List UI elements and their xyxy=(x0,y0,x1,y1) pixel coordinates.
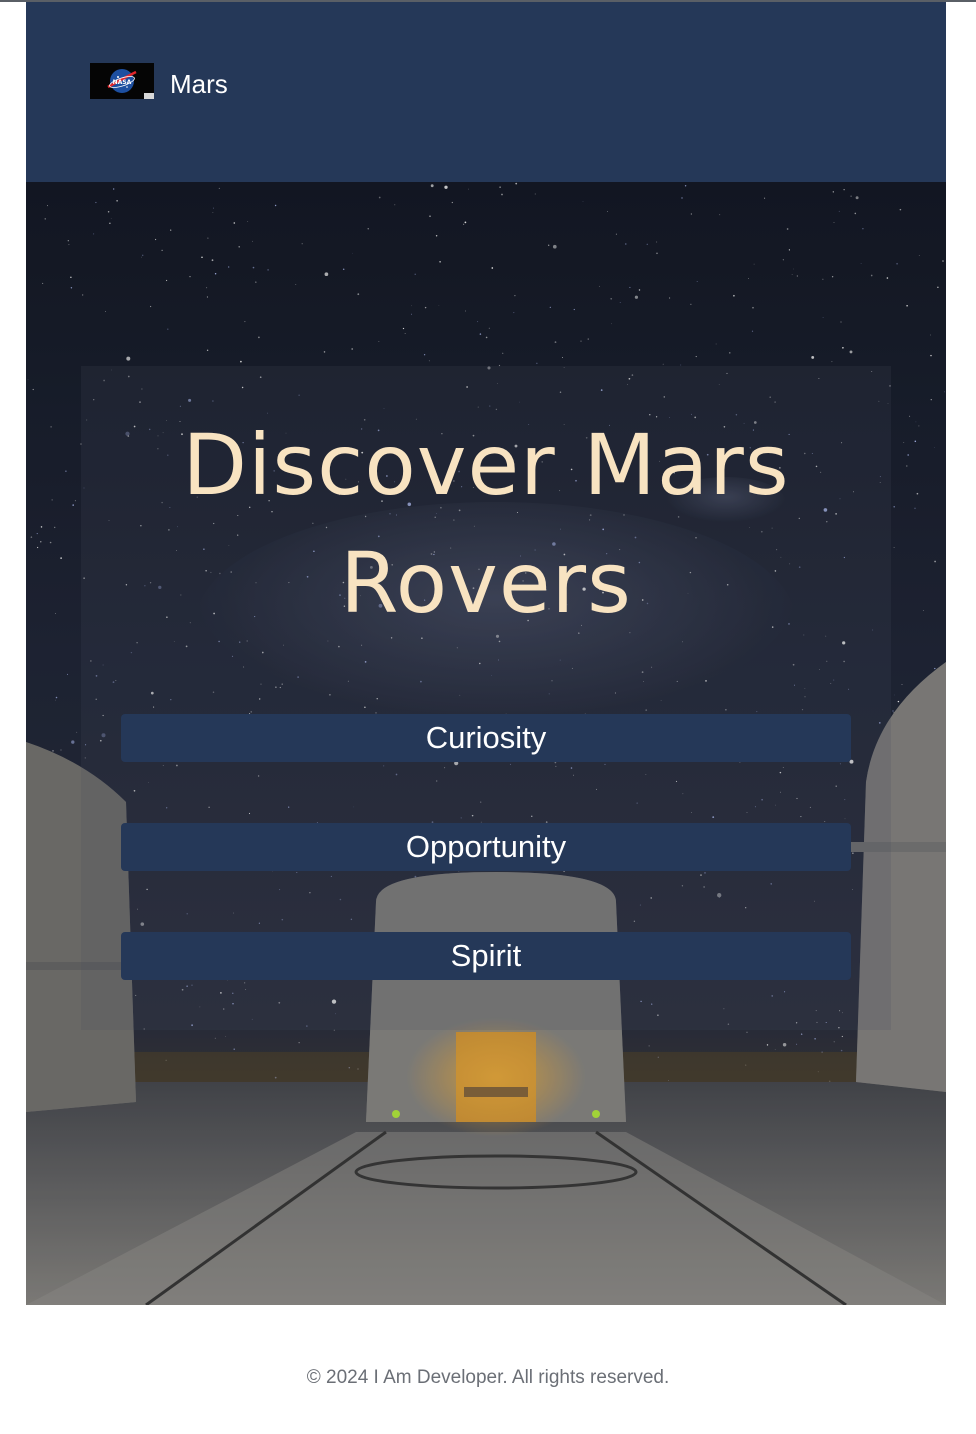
hero-panel: Discover Mars Rovers Curiosity Opportuni… xyxy=(81,366,891,1030)
footer-copyright: © 2024 I Am Developer. All rights reserv… xyxy=(306,1367,670,1388)
hero-headline-line-1: Discover Mars xyxy=(182,416,790,514)
hero-headline-line-2: Rovers xyxy=(340,534,632,632)
nasa-logo-icon[interactable]: NASA xyxy=(90,63,154,99)
page-container: NASA Mars Discover Mars Rovers Curiosity… xyxy=(26,2,946,1305)
rover-button-spirit[interactable]: Spirit xyxy=(121,932,851,980)
rover-button-curiosity[interactable]: Curiosity xyxy=(121,714,851,762)
rover-button-opportunity[interactable]: Opportunity xyxy=(121,823,851,871)
site-header: NASA Mars xyxy=(26,2,946,182)
hero-headline: Discover Mars Rovers xyxy=(81,406,891,642)
svg-text:NASA: NASA xyxy=(113,79,132,86)
site-brand[interactable]: Mars xyxy=(170,68,228,100)
hero-section: Discover Mars Rovers Curiosity Opportuni… xyxy=(26,182,946,1305)
